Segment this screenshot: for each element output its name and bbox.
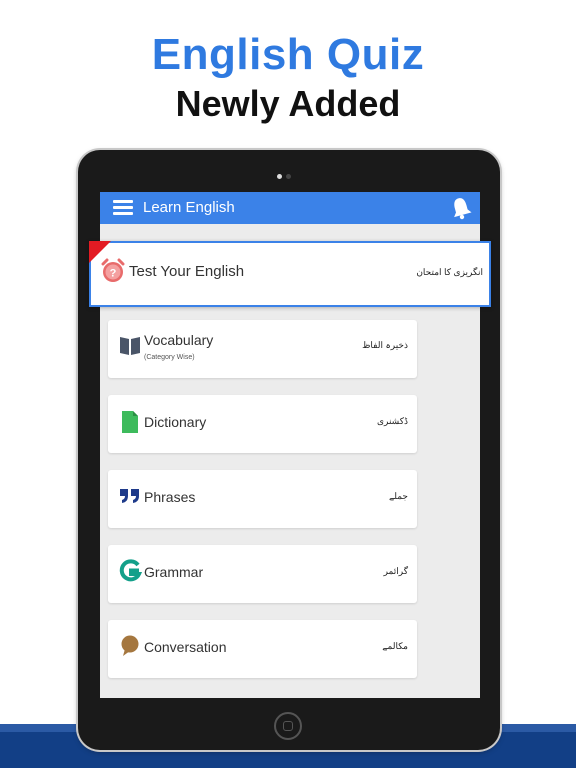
alarm-clock-icon: ? bbox=[101, 258, 125, 282]
svg-text:?: ? bbox=[110, 268, 117, 280]
item-label: Dictionary bbox=[144, 414, 207, 430]
home-button[interactable] bbox=[274, 712, 302, 740]
grammar-g-icon bbox=[119, 559, 142, 582]
list-item-grammar[interactable]: Grammar گرائمر bbox=[108, 545, 417, 603]
promo-headline: English Quiz bbox=[151, 30, 425, 79]
app-title: Learn English bbox=[143, 199, 235, 216]
featured-label: Test Your English bbox=[129, 263, 245, 280]
app-bar: Learn English bbox=[100, 192, 480, 224]
list-item-dictionary[interactable]: Dictionary ڈکشنری bbox=[108, 395, 417, 453]
book-icon bbox=[120, 337, 140, 355]
item-urdu-label: گرائمر bbox=[383, 566, 408, 576]
document-icon bbox=[122, 411, 138, 433]
featured-urdu-label: انگریزی کا امتحان bbox=[416, 267, 483, 277]
item-label: Conversation bbox=[144, 639, 227, 655]
promo-subheadline: Newly Added bbox=[175, 83, 401, 124]
item-urdu-label: ذخیرہ الفاظ bbox=[362, 340, 408, 350]
item-label: Phrases bbox=[144, 489, 196, 505]
menu-icon[interactable] bbox=[113, 200, 133, 216]
list-item-vocabulary[interactable]: Vocabulary (Category Wise) ذخیرہ الفاظ bbox=[108, 320, 417, 378]
item-label: Grammar bbox=[144, 564, 204, 580]
sensor-dot bbox=[277, 174, 282, 179]
item-sublabel: (Category Wise) bbox=[144, 354, 195, 361]
list-item-phrases[interactable]: Phrases جملے bbox=[108, 470, 417, 528]
item-urdu-label: ڈکشنری bbox=[376, 416, 408, 426]
camera-icon bbox=[286, 174, 291, 179]
bell-icon[interactable] bbox=[450, 196, 472, 220]
item-urdu-label: مکالمے bbox=[382, 641, 408, 651]
list-item-conversation[interactable]: Conversation مکالمے bbox=[108, 620, 417, 678]
item-urdu-label: جملے bbox=[388, 491, 408, 501]
quote-icon bbox=[120, 489, 139, 503]
featured-quiz-card[interactable]: ? Test Your English انگریزی کا امتحان bbox=[89, 241, 491, 307]
item-label: Vocabulary bbox=[144, 332, 214, 348]
speech-bubble-icon bbox=[121, 635, 139, 656]
